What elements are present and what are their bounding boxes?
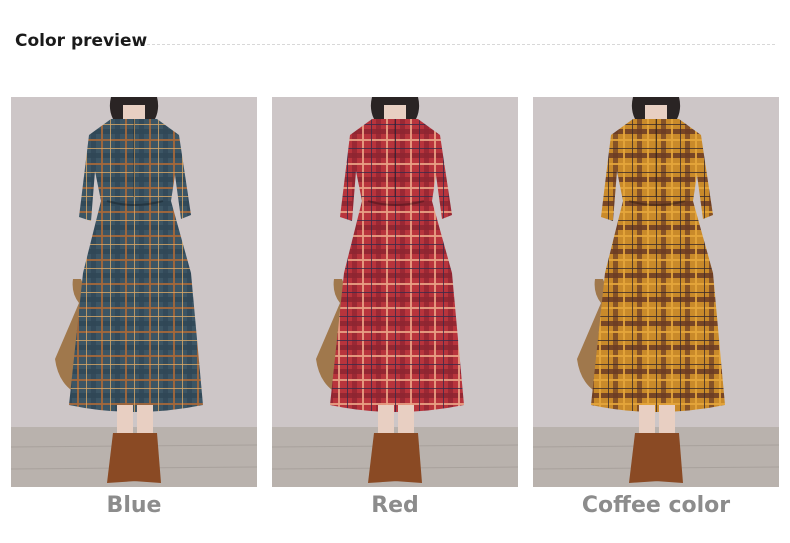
color-label-red: Red [371, 493, 419, 518]
dress-photo-coffee [533, 97, 779, 487]
dress-photo-red [272, 97, 518, 487]
section-header: Color preview [15, 28, 775, 56]
color-label-coffee: Coffee color [581, 493, 731, 518]
header-divider [147, 44, 775, 45]
product-image-coffee[interactable] [533, 97, 779, 487]
section-title: Color preview [15, 31, 148, 51]
product-image-blue[interactable] [11, 97, 257, 487]
dress-photo-blue [11, 97, 257, 487]
product-image-red[interactable] [272, 97, 518, 487]
color-label-blue: Blue [106, 493, 162, 518]
